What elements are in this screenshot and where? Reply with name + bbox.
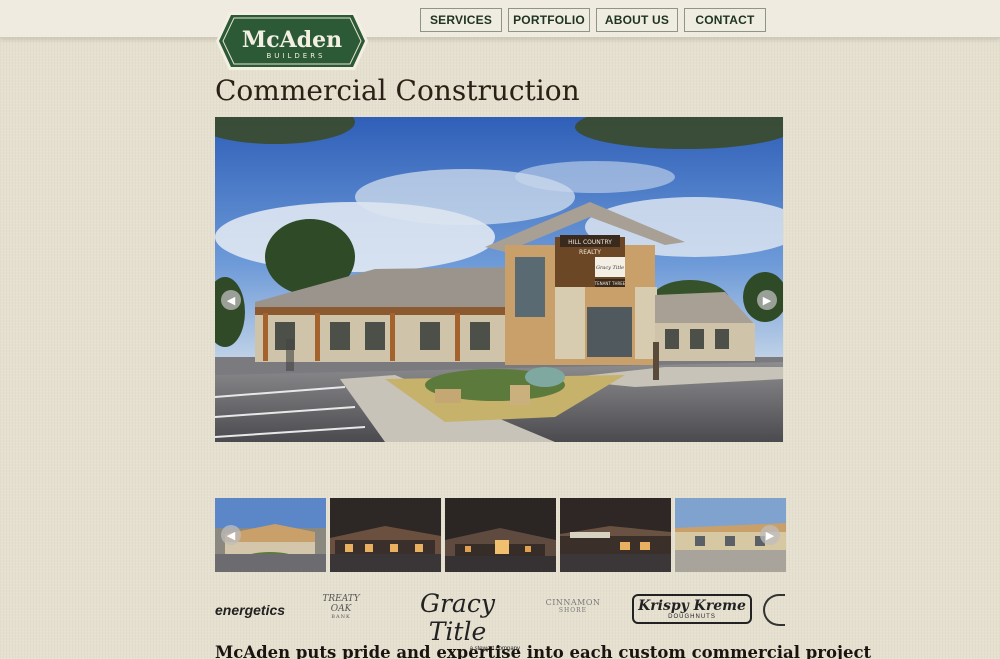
client-logo-partial: [763, 594, 785, 626]
client-logo-energetics: energetics: [215, 602, 286, 618]
thumbnail-4[interactable]: [560, 498, 671, 572]
client-logo-cinnamon-shore: CINNAMON SHORE: [545, 598, 601, 614]
tagline: McAden puts pride and expertise into eac…: [215, 643, 872, 659]
svg-text:HILL COUNTRY: HILL COUNTRY: [568, 239, 612, 246]
hero-image: HILL COUNTRY REALTY Gracy Title TENANT T…: [215, 117, 783, 442]
nav-contact-button[interactable]: CONTACT: [684, 8, 766, 32]
nav-about-us-button[interactable]: ABOUT US: [596, 8, 678, 32]
nav-portfolio-button[interactable]: PORTFOLIO: [508, 8, 590, 32]
arrow-left-icon[interactable]: ◀: [221, 525, 241, 545]
page-title: Commercial Construction: [215, 74, 580, 107]
mcaden-logo[interactable]: McAden BUILDERS: [215, 10, 369, 72]
thumbnail-2[interactable]: [330, 498, 441, 572]
svg-text:Gracy Title: Gracy Title: [596, 265, 624, 271]
svg-text:TENANT THREE: TENANT THREE: [594, 281, 626, 286]
nav-services-button[interactable]: SERVICES: [420, 8, 502, 32]
arrow-left-icon[interactable]: ◀: [221, 290, 241, 310]
arrow-right-icon[interactable]: ▶: [760, 525, 780, 545]
logo-subtitle: BUILDERS: [266, 52, 325, 60]
arrow-right-icon[interactable]: ▶: [757, 290, 777, 310]
thumbnail-1[interactable]: ◀: [215, 498, 326, 572]
main-nav: SERVICES PORTFOLIO ABOUT US CONTACT: [420, 8, 766, 32]
svg-text:REALTY: REALTY: [579, 249, 601, 256]
client-logo-treaty-oak: TREATY OAK BANK: [322, 594, 360, 620]
thumbnail-3[interactable]: [445, 498, 556, 572]
client-logo-strip: energetics TREATY OAK BANK Gracy Title a…: [215, 588, 785, 652]
thumbnail-strip: ◀ ▶: [215, 498, 786, 572]
thumbnail-5[interactable]: ▶: [675, 498, 786, 572]
logo-wordmark: McAden: [242, 27, 342, 53]
client-logo-krispy-kreme: Krispy Kreme DOUGHNUTS: [632, 594, 752, 624]
hero-slideshow[interactable]: HILL COUNTRY REALTY Gracy Title TENANT T…: [215, 117, 783, 442]
